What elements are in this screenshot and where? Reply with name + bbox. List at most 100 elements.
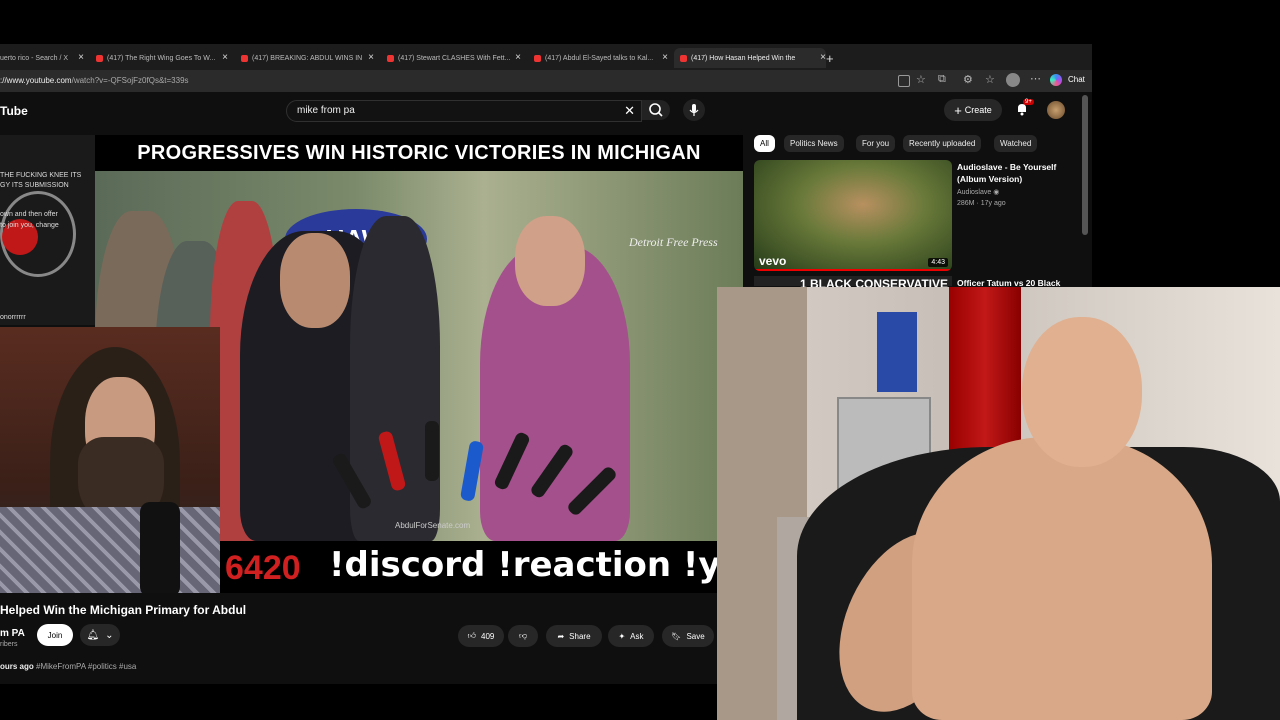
account-avatar[interactable] — [1047, 101, 1065, 119]
more-menu-icon[interactable]: ⋯ — [1030, 72, 1041, 85]
tab-close-icon[interactable]: × — [368, 52, 374, 63]
microphone-icon — [689, 104, 699, 116]
tab-strip: uerto rico - Search / X × (417) The Righ… — [0, 44, 1092, 70]
ask-button[interactable]: ✦ Ask — [608, 625, 654, 647]
chip-watched[interactable]: Watched — [994, 135, 1038, 152]
app-install-icon[interactable] — [898, 75, 910, 87]
bookmark-icon: 🔖︎ — [671, 631, 682, 641]
browser-tab[interactable]: (417) BREAKING: ABDUL WINS IN × — [241, 48, 374, 68]
extensions-icon[interactable]: ⧉ — [938, 73, 946, 86]
video-title: Helped Win the Michigan Primary for Abdu… — [0, 603, 247, 617]
like-count: 409 — [481, 631, 495, 641]
search-button[interactable] — [642, 100, 670, 120]
streamer-webcam — [0, 327, 220, 593]
chat-button[interactable]: Chat — [1068, 75, 1085, 84]
video-overlay-headline: PROGRESSIVES WIN HISTORIC VICTORIES IN M… — [95, 135, 743, 171]
youtube-logo[interactable]: Tube — [0, 104, 28, 118]
create-label: Create — [964, 105, 992, 115]
search-icon — [649, 103, 663, 117]
vevo-logo: vevo — [759, 254, 787, 268]
share-label: Share — [569, 631, 591, 641]
search-query[interactable]: mike from pa — [297, 105, 355, 116]
video-description[interactable]: ours ago #MikeFromPA #politics #usa — [0, 662, 136, 671]
split-screen-icon[interactable]: ⚙ — [963, 73, 973, 86]
tab-label: uerto rico - Search / X — [0, 54, 69, 62]
youtube-favicon-icon — [680, 54, 687, 62]
share-button[interactable]: ➦ Share — [546, 625, 602, 647]
chevron-down-icon: ⌄ — [105, 629, 114, 641]
upload-time: ours ago — [0, 662, 34, 671]
recommended-video-meta: 286M · 17y ago — [957, 200, 1006, 207]
clear-search-icon[interactable]: ✕ — [624, 103, 635, 119]
tab-close-icon[interactable]: × — [222, 52, 228, 63]
chip-all[interactable]: All — [754, 135, 775, 152]
tab-label: (417) How Hasan Helped Win the — [691, 54, 796, 62]
tab-label: (417) BREAKING: ABDUL WINS IN — [252, 54, 363, 62]
stream-chat-overlay: THE FUCKING KNEE ITS GY ITS SUBMISSION o… — [0, 135, 95, 325]
detroit-free-press-watermark: Detroit Free Press — [629, 235, 718, 249]
bell-icon: 🔔︎ — [86, 629, 100, 641]
ask-label: Ask — [630, 631, 644, 641]
new-tab-button[interactable]: + — [826, 48, 834, 68]
recommended-video-thumbnail[interactable]: vevo 4:43 — [754, 160, 952, 271]
hashtags[interactable]: #MikeFromPA #politics #usa — [36, 662, 136, 671]
dislike-button[interactable]: 👎︎ — [508, 625, 538, 647]
browser-tab[interactable]: (417) The Right Wing Goes To W... × — [96, 48, 228, 68]
save-label: Save — [686, 631, 705, 641]
browser-tab[interactable]: uerto rico - Search / X × — [0, 48, 84, 68]
recommended-video-title[interactable]: Audioslave - Be Yourself (Album Version) — [957, 161, 1067, 185]
chat-message: GY ITS SUBMISSION — [0, 182, 69, 189]
streamer-shirt — [0, 507, 220, 593]
video-info: Helped Win the Michigan Primary for Abdu… — [0, 600, 717, 684]
favorite-star-icon[interactable]: ☆ — [916, 73, 926, 86]
channel-name[interactable]: m PA — [0, 628, 25, 639]
tab-label: (417) Abdul El-Sayed talks to Kal... — [545, 54, 654, 62]
voice-search-button[interactable] — [683, 99, 705, 121]
chip-recently-uploaded[interactable]: Recently uploaded — [903, 135, 982, 152]
search-input[interactable]: mike from pa ✕ — [286, 100, 642, 122]
youtube-favicon-icon — [241, 54, 248, 62]
tab-close-icon[interactable]: × — [662, 52, 668, 63]
blue-box — [877, 312, 917, 392]
browser-tab[interactable]: (417) Abdul El-Sayed talks to Kal... × — [534, 48, 668, 68]
share-icon: ➦ — [557, 631, 565, 641]
chip-politics-news[interactable]: Politics News — [784, 135, 844, 152]
favorites-icon[interactable]: ☆ — [985, 73, 995, 86]
subscribe-notifications-button[interactable]: 🔔︎ ⌄ — [80, 624, 120, 646]
like-button[interactable]: 👍︎ 409 — [458, 625, 504, 647]
chat-username: onorrrrrr — [0, 314, 26, 321]
tab-label: (417) Stewart CLASHES With Fett... — [398, 54, 511, 62]
crowd-face — [515, 216, 585, 306]
address-bar[interactable]: ://www.youtube.com/watch?v=-QFSojFz0fQs&… — [0, 70, 1092, 92]
verified-icon: ◉ — [993, 189, 1000, 196]
save-button[interactable]: 🔖︎ Save — [662, 625, 714, 647]
watch-progress-bar — [754, 269, 952, 271]
chip-for-you[interactable]: For you — [856, 135, 896, 152]
plus-icon: + — [954, 102, 962, 118]
guest-webcam — [717, 287, 1280, 720]
ticker-commands: !discord !reaction !youtube — [329, 545, 743, 585]
tab-close-icon[interactable]: × — [515, 52, 521, 63]
youtube-favicon-icon — [534, 54, 541, 62]
microphone-cluster — [295, 411, 655, 561]
join-button[interactable]: Join — [37, 624, 73, 646]
sparkle-icon: ✦ — [618, 631, 626, 641]
recommended-channel-name[interactable]: Audioslave ◉ — [957, 188, 999, 196]
ticker-number: 6420 — [225, 549, 301, 587]
person-head — [1022, 317, 1142, 467]
url-text[interactable]: ://www.youtube.com/watch?v=-QFSojFz0fQs&… — [0, 76, 189, 85]
browser-tab-active[interactable]: (417) How Hasan Helped Win the × — [674, 48, 826, 68]
youtube-favicon-icon — [96, 54, 103, 62]
streamer-microphone — [140, 502, 180, 593]
tab-close-icon[interactable]: × — [78, 52, 84, 63]
copilot-icon[interactable] — [1050, 74, 1062, 86]
create-button[interactable]: + Create — [944, 99, 1002, 121]
chat-message: own and then offer — [0, 211, 58, 218]
thumbs-down-icon: 👎︎ — [518, 631, 528, 640]
person-torso — [912, 437, 1212, 720]
chat-message: to join you, change — [0, 222, 59, 229]
profile-avatar[interactable] — [1006, 73, 1020, 87]
page-scrollbar[interactable] — [1082, 95, 1088, 235]
subscriber-count: ribers — [0, 641, 18, 648]
browser-tab[interactable]: (417) Stewart CLASHES With Fett... × — [387, 48, 521, 68]
